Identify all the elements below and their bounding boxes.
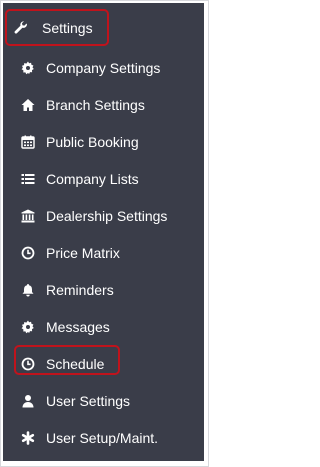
wrench-icon	[14, 21, 28, 35]
user-icon	[21, 394, 35, 408]
list-icon	[21, 172, 35, 186]
sidebar-item-label: User Setup/Maint.	[46, 430, 159, 446]
sidebar-item-label: Dealership Settings	[46, 208, 168, 224]
sidebar-item-label: Company Lists	[46, 171, 139, 187]
settings-header-label: Settings	[42, 20, 93, 36]
page-frame: Settings Company Settings Branch Setting…	[0, 0, 209, 467]
sidebar-item-dealership-settings[interactable]: Dealership Settings	[3, 201, 204, 231]
sidebar-item-public-booking[interactable]: Public Booking	[3, 127, 204, 157]
sidebar-item-branch-settings[interactable]: Branch Settings	[3, 90, 204, 120]
sidebar-item-label: Public Booking	[46, 134, 139, 150]
sidebar-item-label: User Settings	[46, 393, 131, 409]
bank-icon	[21, 209, 35, 223]
sidebar-item-label: Price Matrix	[46, 245, 120, 261]
sidebar-item-messages[interactable]: Messages	[3, 312, 204, 342]
sidebar-item-reminders[interactable]: Reminders	[3, 275, 204, 305]
sidebar-item-label: Reminders	[46, 282, 114, 298]
sidebar-item-label: Company Settings	[46, 60, 161, 76]
bell-icon	[21, 283, 35, 297]
clock-icon	[21, 357, 35, 371]
home-icon	[21, 98, 35, 112]
sidebar-item-label: Messages	[46, 319, 110, 335]
sidebar-item-label: Schedule	[46, 356, 105, 372]
sidebar-item-company-lists[interactable]: Company Lists	[3, 164, 204, 194]
sidebar-item-user-settings[interactable]: User Settings	[3, 386, 204, 416]
gear-icon	[21, 320, 35, 334]
sidebar-item-label: Branch Settings	[46, 97, 145, 113]
clock-icon	[21, 246, 35, 260]
gear-icon	[21, 61, 35, 75]
asterisk-icon	[21, 431, 35, 445]
sidebar-item-user-setup-maint[interactable]: User Setup/Maint.	[3, 423, 204, 453]
sidebar-item-price-matrix[interactable]: Price Matrix	[3, 238, 204, 268]
sidebar-item-company-settings[interactable]: Company Settings	[3, 53, 204, 83]
calendar-icon	[21, 135, 35, 149]
settings-menu-header[interactable]: Settings	[5, 9, 109, 46]
sidebar-item-schedule[interactable]: Schedule	[3, 345, 204, 379]
settings-sidebar: Settings Company Settings Branch Setting…	[3, 3, 204, 461]
